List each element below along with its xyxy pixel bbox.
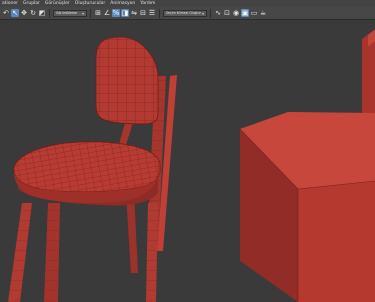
box-object[interactable] [239, 112, 375, 302]
menu-item-5[interactable]: Animasyon [110, 0, 135, 7]
angle-snap-icon[interactable]: ∠ [103, 9, 111, 17]
menu-item-3[interactable]: Görünüşler [45, 0, 70, 7]
chevron-down-icon: ▾ [201, 10, 204, 16]
move-icon[interactable]: ✥ [20, 9, 28, 17]
render-frame-icon[interactable]: ▭ [250, 9, 258, 17]
percent-snap-icon[interactable]: % [112, 9, 120, 17]
viewport-scene [8, 29, 375, 302]
menu-item-1[interactable]: ationer [2, 0, 18, 7]
main-toolbar: ↶ ↖ ✥ ↻ ◩ Görüntüleme ▾ ⊞ ∠ % ◨ ⇋ ⊟ ☰ Se… [0, 7, 375, 20]
toolbar-separator [90, 8, 91, 18]
perspective-viewport[interactable] [0, 21, 375, 302]
material-editor-icon[interactable]: ◉ [232, 9, 240, 17]
reference-coordinate-value: Görüntüleme [56, 11, 77, 15]
render-icon[interactable]: ☕ [259, 9, 267, 17]
mirror-icon[interactable]: ⇋ [130, 9, 138, 17]
reference-coordinate-dropdown[interactable]: Görüntüleme ▾ [53, 9, 87, 17]
render-setup-icon[interactable]: ▣ [241, 9, 249, 17]
layers-icon[interactable]: ☰ [148, 9, 156, 17]
align-icon[interactable]: ⊟ [139, 9, 147, 17]
chevron-down-icon: ▾ [81, 10, 84, 16]
menu-item-4[interactable]: Oluşturucular [75, 0, 106, 7]
menu-item-6[interactable]: Yardım [140, 0, 155, 7]
chair-object[interactable] [8, 36, 177, 302]
scale-icon[interactable]: ◩ [38, 9, 46, 17]
selection-set-value: Seçim Kümesi Oluştur [166, 11, 201, 15]
schematic-view-icon[interactable]: ⊡ [223, 9, 231, 17]
menu-bar: ationer Gruplar Görünüşler Oluşturucular… [0, 0, 375, 7]
application-window: ationer Gruplar Görünüşler Oluşturucular… [0, 0, 375, 302]
named-selection-set-dropdown[interactable]: Seçim Kümesi Oluştur ▾ [163, 9, 207, 17]
toolbar-separator [159, 8, 160, 18]
undo-icon[interactable]: ↶ [2, 9, 10, 17]
snap-icon[interactable]: ⊞ [94, 9, 102, 17]
curve-editor-icon[interactable]: ∿ [214, 9, 222, 17]
menu-item-2[interactable]: Gruplar [23, 0, 40, 7]
toolbar-separator [49, 8, 50, 18]
rotate-icon[interactable]: ↻ [29, 9, 37, 17]
spinner-snap-icon[interactable]: ◨ [121, 9, 129, 17]
select-icon[interactable]: ↖ [11, 9, 19, 17]
toolbar-separator [210, 8, 211, 18]
